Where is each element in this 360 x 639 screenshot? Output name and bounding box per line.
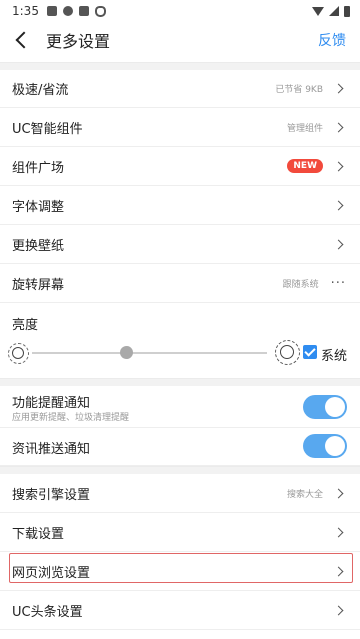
row-wallpaper[interactable]: 更换壁纸 <box>0 225 360 264</box>
news-push-toggle[interactable] <box>303 434 347 458</box>
row-feature-notification[interactable]: 功能提醒通知 应用更新提醒、垃圾清理提醒 <box>0 386 360 428</box>
row-search-engine[interactable]: 搜索引擎设置 搜索大全 <box>0 474 360 513</box>
row-rotate-screen[interactable]: 旋转屏幕 跟随系统 ··· <box>0 264 360 303</box>
row-value: 管理组件 <box>286 123 323 134</box>
new-badge: NEW <box>287 159 323 173</box>
snapchat-icon <box>62 6 73 16</box>
section-divider <box>0 466 360 474</box>
back-arrow-icon[interactable] <box>15 31 33 49</box>
brightness-low-icon <box>8 343 29 364</box>
row-label: 功能提醒通知 <box>12 396 91 411</box>
notification-icon <box>78 6 89 16</box>
more-icon[interactable]: ··· <box>331 276 346 291</box>
page-title: 更多设置 <box>46 32 111 51</box>
row-uc-widgets[interactable]: UC智能组件 管理组件 <box>0 108 360 147</box>
chevron-right-icon <box>333 527 344 537</box>
chevron-right-icon <box>333 239 344 249</box>
brightness-high-icon <box>275 340 300 365</box>
chevron-right-icon <box>333 200 344 210</box>
status-bar: 1:35 <box>0 0 360 22</box>
chevron-right-icon <box>333 161 344 171</box>
chevron-right-icon <box>333 83 344 93</box>
brightness-slider[interactable] <box>32 352 267 354</box>
row-label: 网页浏览设置 <box>12 565 91 581</box>
status-time: 1:35 <box>12 4 39 18</box>
row-label: 更换壁纸 <box>12 238 65 254</box>
row-label: 资讯推送通知 <box>12 442 91 457</box>
image-icon <box>46 6 57 16</box>
row-uc-headlines-settings[interactable]: UC头条设置 <box>0 591 360 630</box>
row-value: 搜索大全 <box>286 489 323 500</box>
row-label: 搜索引擎设置 <box>12 487 91 503</box>
header: 更多设置 反馈 <box>0 22 360 58</box>
row-value: 跟随系统 <box>282 279 319 290</box>
system-brightness-label: 系统 <box>321 349 348 364</box>
row-font-size[interactable]: 字体调整 <box>0 186 360 225</box>
row-download-settings[interactable]: 下载设置 <box>0 513 360 552</box>
status-icons-left <box>46 5 106 17</box>
row-label: 组件广场 <box>12 160 65 176</box>
battery-icon <box>344 5 350 17</box>
row-label: 极速/省流 <box>12 82 69 98</box>
row-news-push-notification[interactable]: 资讯推送通知 <box>0 428 360 466</box>
row-label: UC头条设置 <box>12 604 83 620</box>
row-description: 应用更新提醒、垃圾清理提醒 <box>12 413 130 423</box>
chevron-right-icon <box>333 488 344 498</box>
feedback-link[interactable]: 反馈 <box>318 30 346 50</box>
wifi-icon <box>312 6 324 16</box>
chevron-right-icon <box>333 605 344 615</box>
row-widget-plaza[interactable]: 组件广场 NEW <box>0 147 360 186</box>
chevron-right-icon <box>333 566 344 576</box>
row-label: 下载设置 <box>12 526 65 542</box>
brightness-slider-thumb[interactable] <box>119 346 133 359</box>
row-label: UC智能组件 <box>12 121 83 137</box>
row-browsing-settings[interactable]: 网页浏览设置 <box>0 552 360 591</box>
system-brightness-checkbox[interactable] <box>303 345 317 359</box>
section-divider <box>0 378 360 386</box>
chevron-right-icon <box>333 122 344 132</box>
row-label: 旋转屏幕 <box>12 277 65 293</box>
status-icons-right <box>312 5 350 17</box>
feature-notification-toggle[interactable] <box>303 395 347 419</box>
brightness-label: 亮度 <box>12 318 39 333</box>
signal-icon <box>329 6 339 16</box>
bug-icon <box>94 5 106 17</box>
row-label: 字体调整 <box>12 199 65 215</box>
row-speed-saving[interactable]: 极速/省流 已节省 9KB <box>0 69 360 108</box>
row-value: 已节省 9KB <box>275 84 323 95</box>
